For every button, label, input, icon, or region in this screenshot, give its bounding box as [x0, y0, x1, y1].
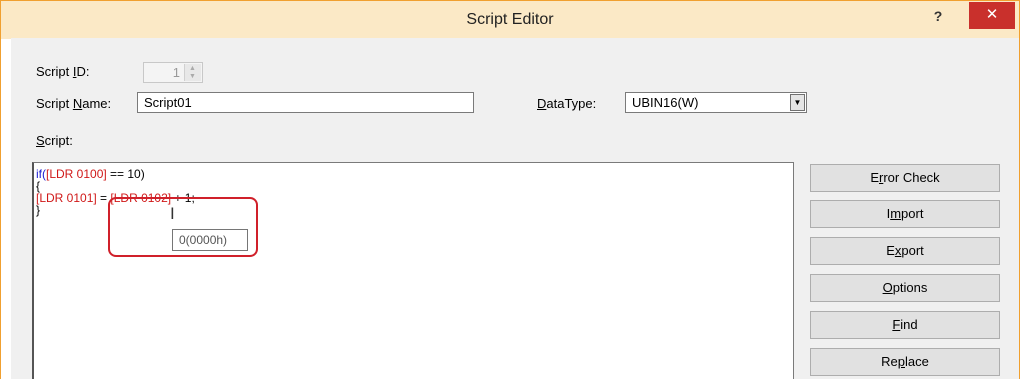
script-id-value: 1	[172, 65, 180, 80]
error-check-button[interactable]: Error Check	[810, 164, 1000, 192]
code-token: [LDR 0101]	[36, 191, 97, 205]
script-name-label: Script Name:	[36, 96, 112, 111]
help-button[interactable]: ?	[923, 5, 953, 27]
window-title: Script Editor	[466, 11, 554, 28]
value-tooltip: 0(0000h)	[172, 229, 248, 251]
code-line[interactable]: if([LDR 0100] == 10)	[36, 168, 195, 180]
code-token: }	[36, 203, 41, 217]
spinner-up-icon[interactable]: ▲	[189, 65, 196, 72]
spinner-buttons[interactable]: ▲ ▼	[184, 64, 201, 81]
import-button[interactable]: Import	[810, 200, 1000, 228]
close-button[interactable]: ✕	[969, 2, 1015, 29]
chevron-down-icon[interactable]: ▼	[790, 94, 805, 111]
script-label: Script:	[36, 133, 73, 148]
script-id-label: Script ID:	[36, 64, 90, 79]
find-button[interactable]: Find	[810, 311, 1000, 339]
code-token: == 10)	[106, 167, 145, 181]
spinner-down-icon[interactable]: ▼	[189, 73, 196, 80]
script-name-input[interactable]: Script01	[137, 92, 474, 113]
code-token: [LDR 0100]	[46, 167, 107, 181]
data-type-value: UBIN16(W)	[632, 95, 699, 110]
script-id-spinner[interactable]: 1 ▲ ▼	[143, 62, 203, 83]
data-type-label: DataType:	[537, 96, 597, 111]
export-button[interactable]: Export	[810, 237, 1000, 265]
replace-button[interactable]: Replace	[810, 348, 1000, 376]
script-editor-area[interactable]: if([LDR 0100] == 10){[LDR 0101] = [LDR 0…	[32, 162, 794, 379]
title-bar[interactable]: Script Editor ? ✕	[1, 1, 1019, 39]
text-cursor-icon: Ⅰ	[170, 204, 175, 223]
data-type-select[interactable]: UBIN16(W) ▼	[625, 92, 807, 113]
options-button[interactable]: Options	[810, 274, 1000, 302]
